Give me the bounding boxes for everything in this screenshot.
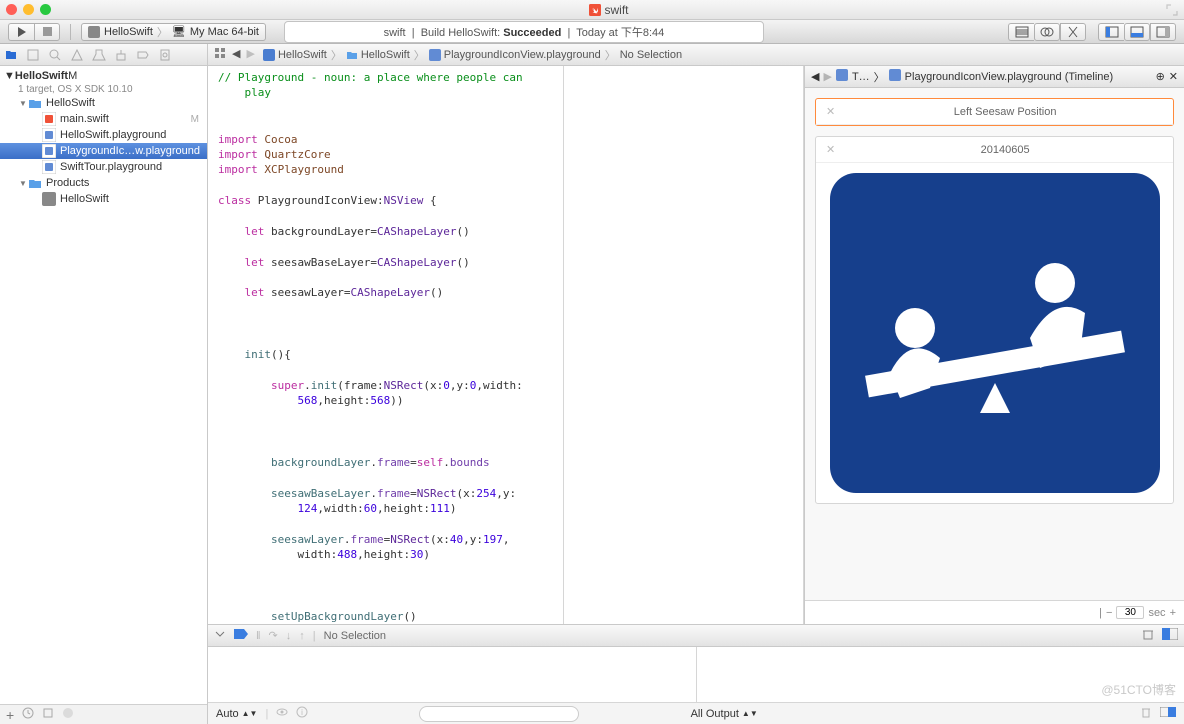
window-title: swift	[605, 3, 629, 17]
continue-button[interactable]: ‖	[256, 630, 261, 642]
issue-navigator-tab[interactable]	[70, 48, 84, 62]
results-gutter-pane	[564, 66, 804, 624]
add-target-button[interactable]: +	[6, 707, 14, 723]
timeline-forward-button[interactable]: ▶	[823, 70, 831, 83]
close-icon[interactable]: ✕	[826, 143, 835, 156]
traffic-lights	[6, 4, 51, 15]
toggle-utilities-button[interactable]	[1150, 23, 1176, 41]
print-description-icon[interactable]: i	[296, 706, 308, 721]
main-toolbar: HelloSwift 〉 🖥 My Mac 64-bit swift | Bui…	[0, 20, 1184, 44]
code-editor[interactable]: // Playground - noun: a place where peop…	[208, 66, 564, 624]
tree-item[interactable]: ▼HelloSwift	[0, 95, 207, 111]
version-editor-button[interactable]	[1060, 23, 1086, 41]
close-window-button[interactable]	[6, 4, 17, 15]
watermark-text: @51CTO博客	[1101, 681, 1176, 698]
filter-recent-icon[interactable]	[22, 707, 34, 722]
breakpoints-toggle-button[interactable]	[234, 629, 248, 642]
scheme-selector[interactable]: HelloSwift 〉 🖥 My Mac 64-bit	[81, 23, 266, 41]
timeline-back-button[interactable]: ◀	[811, 70, 819, 83]
quicklook-icon[interactable]	[276, 706, 288, 721]
debug-toggle-button[interactable]	[214, 628, 226, 643]
debug-clear-button[interactable]	[1142, 628, 1154, 643]
close-icon[interactable]: ✕	[826, 105, 835, 118]
assistant-editor-button[interactable]	[1034, 23, 1060, 41]
scheme-dest-label: My Mac 64-bit	[190, 26, 259, 38]
minimize-window-button[interactable]	[23, 4, 34, 15]
console-panel-toggle[interactable]	[1160, 707, 1176, 720]
stop-button[interactable]	[34, 23, 60, 41]
timeline-card[interactable]: ✕Left Seesaw Position	[815, 98, 1174, 126]
step-out-button[interactable]: ↑	[299, 630, 305, 642]
activity-status: swift | Build HelloSwift: Succeeded | To…	[284, 21, 764, 43]
tree-item[interactable]: PlaygroundIc…w.playground	[0, 143, 207, 159]
project-root-row[interactable]: ▼ HelloSwift M	[0, 68, 207, 84]
playground-icon-preview	[830, 173, 1160, 493]
debug-no-selection-label: No Selection	[324, 630, 386, 642]
timeline-duration-minus[interactable]: −	[1106, 607, 1112, 619]
swift-file-icon	[589, 4, 601, 16]
tree-item[interactable]: main.swiftM	[0, 111, 207, 127]
project-subtitle: 1 target, OS X SDK 10.10	[0, 84, 207, 95]
project-tree[interactable]: ▼ HelloSwift M 1 target, OS X SDK 10.10 …	[0, 66, 207, 704]
toggle-navigator-button[interactable]	[1098, 23, 1124, 41]
step-over-button[interactable]: ↷	[269, 629, 278, 642]
project-navigator-tab[interactable]	[4, 48, 18, 62]
navigator-filter-bar: +	[0, 704, 207, 724]
step-into-button[interactable]: ↓	[286, 630, 292, 642]
run-button[interactable]	[8, 23, 34, 41]
fullscreen-icon[interactable]	[1166, 4, 1178, 16]
debug-area: ‖ ↷ ↓ ↑ | No Selection Auto ▲▼ | i All O…	[208, 624, 1184, 724]
scheme-app-label: HelloSwift	[104, 26, 153, 38]
console-trash-button[interactable]	[1140, 706, 1152, 721]
back-button[interactable]: ◀	[232, 47, 240, 62]
timeline-card[interactable]: ✕20140605	[815, 136, 1174, 504]
find-navigator-tab[interactable]	[48, 48, 62, 62]
test-navigator-tab[interactable]	[92, 48, 106, 62]
timeline-footer: | − sec +	[805, 600, 1184, 624]
variables-view[interactable]	[208, 647, 697, 702]
timeline-duration-plus[interactable]: +	[1170, 607, 1176, 619]
related-items-icon[interactable]	[214, 47, 226, 62]
scheme-dest-icon: 🖥	[172, 25, 186, 38]
toggle-debug-button[interactable]	[1124, 23, 1150, 41]
tree-item[interactable]: SwiftTour.playground	[0, 159, 207, 175]
window-titlebar: swift	[0, 0, 1184, 20]
main-jump-bar[interactable]: ◀ ▶ HelloSwift〉 HelloSwift〉 PlaygroundIc…	[208, 44, 1184, 66]
timeline-jump-bar[interactable]: ◀ ▶ T… 〉 PlaygroundIconView.playground (…	[805, 66, 1184, 88]
standard-editor-button[interactable]	[1008, 23, 1034, 41]
report-navigator-tab[interactable]	[158, 48, 172, 62]
debug-navigator-tab[interactable]	[114, 48, 128, 62]
timeline-duration-input[interactable]	[1116, 606, 1144, 619]
tree-item[interactable]: HelloSwift.playground	[0, 127, 207, 143]
svg-text:i: i	[301, 708, 303, 717]
console-output-selector[interactable]: All Output ▲▼	[691, 708, 758, 720]
variables-filter-input[interactable]	[419, 706, 579, 722]
symbol-navigator-tab[interactable]	[26, 48, 40, 62]
variables-scope-selector[interactable]: Auto ▲▼	[216, 708, 257, 720]
navigator-panel: ▼ HelloSwift M 1 target, OS X SDK 10.10 …	[0, 44, 208, 724]
debug-toolbar: ‖ ↷ ↓ ↑ | No Selection	[208, 625, 1184, 647]
filter-scm-icon[interactable]	[42, 707, 54, 722]
debug-panel-toggle[interactable]	[1162, 628, 1178, 643]
timeline-add-button[interactable]: ⊕	[1156, 70, 1165, 83]
tree-item[interactable]: HelloSwift	[0, 191, 207, 207]
filter-clear-icon[interactable]	[62, 707, 74, 722]
app-icon	[88, 26, 100, 38]
forward-button[interactable]: ▶	[246, 47, 254, 62]
breakpoint-navigator-tab[interactable]	[136, 48, 150, 62]
tree-item[interactable]: ▼Products	[0, 175, 207, 191]
timeline-close-button[interactable]: ✕	[1169, 70, 1178, 83]
zoom-window-button[interactable]	[40, 4, 51, 15]
timeline-assistant-pane: ◀ ▶ T… 〉 PlaygroundIconView.playground (…	[804, 66, 1184, 624]
